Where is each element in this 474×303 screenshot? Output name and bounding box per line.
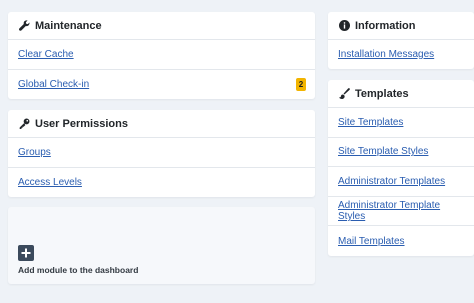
add-module-button[interactable] (18, 245, 34, 261)
list-item-administrator-template-styles: Administrator Template Styles (328, 197, 474, 227)
groups-link[interactable]: Groups (18, 147, 51, 158)
key-icon (18, 118, 30, 130)
plus-square-icon (20, 247, 32, 259)
list-item-site-templates: Site Templates (328, 108, 474, 138)
mail-templates-link[interactable]: Mail Templates (338, 236, 405, 247)
templates-title: Templates (355, 87, 409, 100)
user-permissions-card: User Permissions Groups Access Levels (8, 110, 315, 197)
templates-header: Templates (328, 80, 474, 108)
administrator-templates-link[interactable]: Administrator Templates (338, 176, 445, 187)
information-title: Information (355, 19, 416, 32)
wrench-icon (18, 20, 30, 32)
count-badge: 2 (296, 77, 306, 91)
maintenance-card: Maintenance Clear Cache Global Check-in … (8, 12, 315, 99)
list-item-site-template-styles: Site Template Styles (328, 138, 474, 168)
paint-brush-icon (338, 88, 350, 100)
administrator-template-styles-link[interactable]: Administrator Template Styles (338, 200, 465, 222)
clear-cache-link[interactable]: Clear Cache (18, 49, 74, 60)
user-permissions-header: User Permissions (8, 110, 315, 138)
list-item-mail-templates: Mail Templates (328, 226, 474, 256)
maintenance-header: Maintenance (8, 12, 315, 40)
list-item-administrator-templates: Administrator Templates (328, 167, 474, 197)
site-templates-link[interactable]: Site Templates (338, 117, 403, 128)
maintenance-title: Maintenance (35, 19, 102, 32)
installation-messages-link[interactable]: Installation Messages (338, 49, 434, 60)
list-item-groups: Groups (8, 138, 315, 168)
information-header: Information (328, 12, 474, 40)
list-item-installation-messages: Installation Messages (328, 40, 474, 68)
add-module-card: Add module to the dashboard (8, 207, 315, 284)
list-item-clear-cache: Clear Cache (8, 40, 315, 70)
information-card: Information Installation Messages (328, 12, 474, 69)
templates-card: Templates Site Templates Site Template S… (328, 80, 474, 256)
list-item-global-check-in: Global Check-in 2 (8, 70, 315, 100)
info-circle-icon (338, 20, 350, 32)
user-permissions-title: User Permissions (35, 117, 128, 130)
site-template-styles-link[interactable]: Site Template Styles (338, 146, 428, 157)
access-levels-link[interactable]: Access Levels (18, 177, 82, 188)
global-check-in-link[interactable]: Global Check-in (18, 79, 89, 90)
list-item-access-levels: Access Levels (8, 168, 315, 198)
add-module-label[interactable]: Add module to the dashboard (18, 265, 138, 275)
